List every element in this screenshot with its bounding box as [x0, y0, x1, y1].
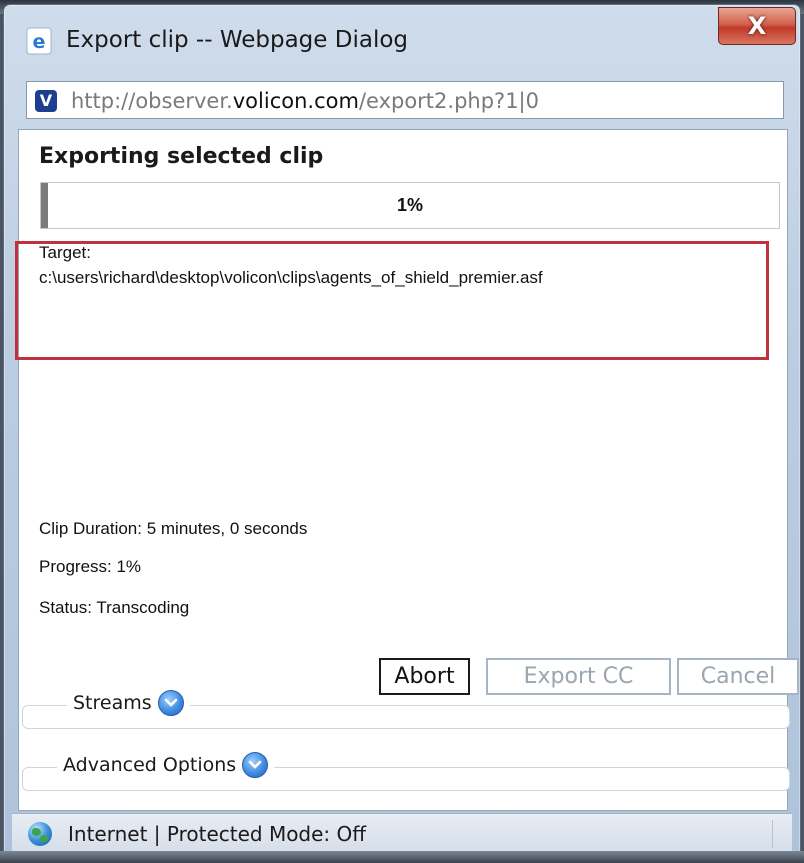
clip-duration: Clip Duration: 5 minutes, 0 seconds [39, 519, 308, 538]
target-highlight-box [15, 241, 769, 360]
status-text: Status: Transcoding [39, 598, 190, 617]
ie-icon: e [26, 27, 52, 55]
volicon-icon: V [35, 90, 57, 112]
close-icon: X [747, 12, 767, 40]
target-path: c:\users\richard\desktop\volicon\clips\a… [39, 268, 543, 287]
desktop-background-bottom [0, 851, 804, 863]
window-title: Export clip -- Webpage Dialog [66, 27, 409, 53]
cancel-button[interactable]: Cancel [677, 658, 799, 695]
streams-toggle[interactable]: Streams [67, 690, 190, 716]
status-bar: Internet | Protected Mode: Off [12, 813, 792, 853]
close-button[interactable]: X [718, 7, 796, 45]
title-bar[interactable]: e Export clip -- Webpage Dialog X [4, 5, 800, 71]
progress-bar: 1% [40, 182, 780, 229]
dialog-window: e Export clip -- Webpage Dialog X V http… [3, 4, 801, 857]
globe-icon [28, 822, 52, 846]
streams-section: Streams [22, 690, 790, 729]
status-divider [772, 820, 773, 848]
abort-button[interactable]: Abort [379, 658, 470, 695]
chevron-down-icon[interactable] [157, 690, 184, 716]
url-text: http://observer.volicon.com/export2.php?… [71, 89, 539, 113]
advanced-options-section: Advanced Options [22, 752, 790, 791]
progress-label: 1% [396, 195, 423, 215]
page-title: Exporting selected clip [39, 144, 324, 169]
export-cc-button[interactable]: Export CC [486, 658, 671, 695]
progress-text: Progress: 1% [39, 557, 142, 576]
streams-label: Streams [73, 692, 152, 714]
advanced-options-label: Advanced Options [63, 754, 237, 776]
target-label: Target: [39, 243, 91, 262]
security-zone-text: Internet | Protected Mode: Off [68, 822, 367, 846]
url-domain: volicon.com [232, 89, 359, 113]
url-prefix: http://observer. [71, 89, 233, 113]
svg-text:e: e [33, 31, 46, 53]
address-bar: V http://observer.volicon.com/export2.ph… [26, 81, 784, 119]
url-suffix: /export2.php?1|0 [358, 89, 539, 113]
chevron-down-icon[interactable] [242, 752, 269, 778]
advanced-options-toggle[interactable]: Advanced Options [57, 752, 275, 778]
